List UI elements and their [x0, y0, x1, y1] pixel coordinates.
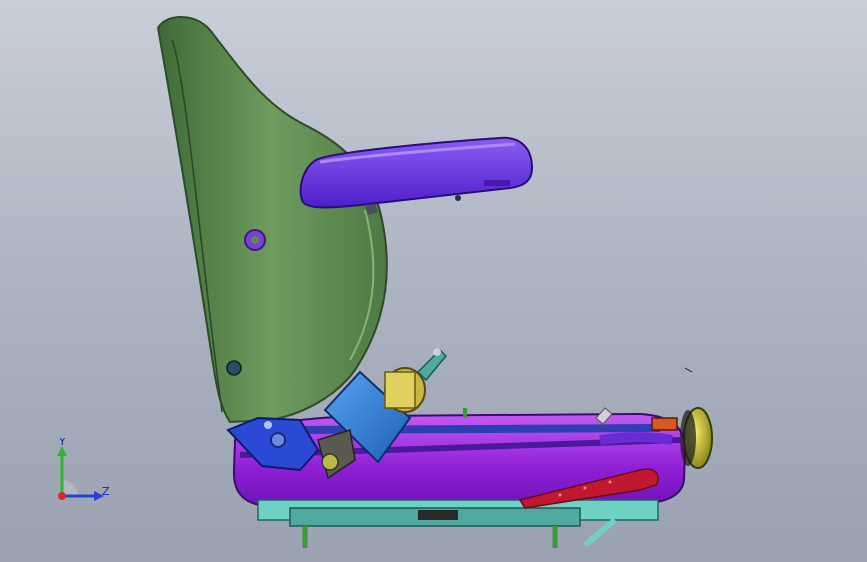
seatbelt-spool[interactable] [384, 348, 448, 413]
backrest-bolt-lower [226, 360, 242, 376]
z-axis-label: Z [102, 485, 110, 498]
slide-rail[interactable] [257, 499, 659, 548]
backrest-bolt-upper [244, 229, 266, 251]
origin-marker [58, 492, 66, 500]
y-axis-label: Y [58, 438, 66, 448]
leader-line [684, 367, 693, 373]
cad-viewport[interactable] [0, 0, 867, 562]
orientation-triad: Y Z [57, 438, 110, 501]
backrest-part[interactable] [156, 16, 388, 424]
